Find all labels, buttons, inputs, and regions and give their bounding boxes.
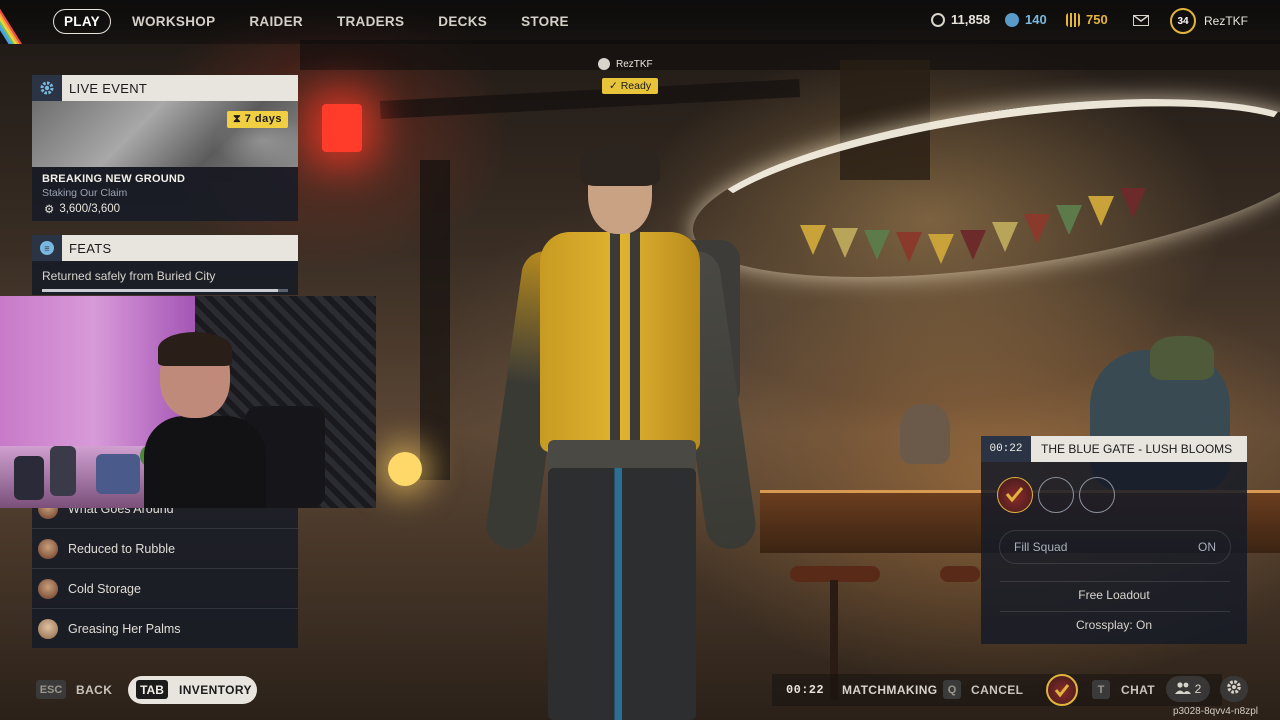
back-button[interactable]: BACK [76, 683, 112, 697]
feat-current: Returned safely from Buried City [42, 269, 216, 283]
quest-list-panel: What Goes Around Reduced to Rubble Cold … [32, 490, 298, 648]
cog-icon: ⚙ [44, 204, 55, 216]
quest-avatar-icon [38, 618, 58, 639]
live-event-progress-text: 3,600/3,600 [59, 203, 121, 215]
crossplay-setting[interactable]: Crossplay: On [981, 618, 1247, 632]
credit-value: 140 [1025, 12, 1047, 27]
squad-slot-empty[interactable] [1038, 477, 1074, 513]
event-days-text: 7 days [244, 113, 282, 125]
quest-item[interactable]: Reduced to Rubble [32, 528, 298, 568]
fill-squad-toggle[interactable]: Fill Squad ON [999, 530, 1231, 564]
matchmaking-label: MATCHMAKING [842, 683, 938, 697]
gear-icon [32, 75, 62, 101]
friends-icon [1174, 681, 1191, 697]
main-nav: PLAY WORKSHOP RAIDER TRADERS DECKS STORE [53, 8, 582, 35]
feats-header: FEATS [69, 240, 112, 256]
nav-tab-raider[interactable]: RAIDER [238, 8, 314, 35]
chat-button[interactable]: CHAT [1121, 683, 1155, 697]
crown-icon [598, 58, 610, 70]
mail-icon[interactable] [1132, 14, 1149, 26]
top-nav-bar: PLAY WORKSHOP RAIDER TRADERS DECKS STORE… [0, 0, 1280, 44]
coin-value: 11,858 [951, 12, 991, 27]
quest-avatar-icon [38, 578, 58, 599]
token-icon [1066, 12, 1080, 27]
friends-button[interactable]: 2 [1166, 676, 1210, 702]
nav-tab-store[interactable]: STORE [510, 8, 580, 35]
matchmaking-timer: 00:22 [786, 683, 825, 697]
squad-slot-empty[interactable] [1079, 477, 1115, 513]
streamer-webcam-overlay [0, 296, 376, 508]
live-event-panel[interactable]: LIVE EVENT ⧗ 7 days BREAKING NEW GROUND … [32, 75, 298, 221]
quest-label: Reduced to Rubble [68, 541, 176, 556]
quest-label: Greasing Her Palms [68, 621, 181, 636]
free-loadout-option[interactable]: Free Loadout [981, 588, 1247, 602]
player-tag: RezTKF [598, 58, 653, 70]
session-id-watermark: p3028-8qvv4-n8zpl [1172, 706, 1258, 717]
live-event-header: LIVE EVENT [69, 80, 148, 96]
friends-count: 2 [1194, 682, 1202, 696]
divider [1000, 581, 1230, 582]
gear-icon [1226, 679, 1242, 700]
tab-key-hint: TAB [136, 680, 168, 699]
live-event-progress: ⚙ 3,600/3,600 [44, 202, 298, 216]
raider-character [470, 140, 770, 720]
nav-tab-workshop[interactable]: WORKSHOP [121, 8, 226, 35]
token-value: 750 [1086, 12, 1108, 27]
q-key-hint: Q [943, 680, 961, 699]
ready-badge: ✓ Ready [602, 78, 659, 94]
matchmaking-panel-timer: 00:22 [981, 436, 1031, 462]
live-event-title: BREAKING NEW GROUND [42, 173, 186, 185]
map-name: THE BLUE GATE - LUSH BLOOMS [1041, 442, 1233, 456]
settings-button[interactable] [1220, 676, 1248, 702]
inventory-label: INVENTORY [179, 683, 252, 697]
feat-progress-bar [42, 289, 288, 292]
fill-squad-label: Fill Squad [1014, 540, 1068, 554]
svg-text:≡: ≡ [44, 244, 50, 254]
fill-squad-value: ON [1198, 540, 1216, 554]
cancel-button[interactable]: CANCEL [971, 683, 1023, 697]
squad-slot-player[interactable] [997, 477, 1033, 513]
profile-username[interactable]: RezTKF [1204, 14, 1248, 28]
nav-tab-decks[interactable]: DECKS [427, 8, 498, 35]
token-balance[interactable]: 750 [1066, 12, 1108, 27]
live-event-subtitle: Staking Our Claim [42, 187, 128, 199]
player-emblem-icon[interactable] [1046, 674, 1078, 706]
ready-status: Ready [620, 80, 652, 92]
nav-tab-traders[interactable]: TRADERS [326, 8, 415, 35]
feats-icon: ≡ [32, 235, 62, 261]
credit-icon [1005, 12, 1019, 27]
player-level-badge: 34 [1170, 8, 1196, 34]
quest-label: Cold Storage [68, 581, 141, 596]
live-event-image: ⧗ 7 days [32, 101, 298, 167]
quest-item[interactable]: Cold Storage [32, 568, 298, 608]
feats-panel[interactable]: ≡ FEATS Returned safely from Buried City [32, 235, 298, 295]
event-days-badge: ⧗ 7 days [226, 111, 288, 128]
divider [1000, 611, 1230, 612]
credit-balance[interactable]: 140 [1005, 12, 1047, 27]
quest-avatar-icon [38, 538, 58, 559]
coin-icon [931, 12, 945, 27]
t-key-hint: T [1092, 680, 1110, 699]
coin-balance[interactable]: 11,858 [931, 12, 990, 27]
player-tag-name: RezTKF [616, 58, 653, 70]
rainbow-stripe-decoration [0, 0, 40, 44]
nav-tab-play[interactable]: PLAY [53, 9, 111, 34]
quest-item[interactable]: Greasing Her Palms [32, 608, 298, 648]
esc-key-hint: ESC [36, 680, 66, 699]
